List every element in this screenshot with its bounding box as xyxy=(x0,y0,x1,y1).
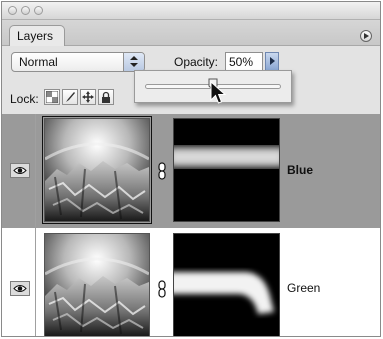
minimize-window-button[interactable] xyxy=(21,6,30,15)
eye-icon xyxy=(13,285,27,292)
landscape-thumbnail-image xyxy=(45,119,149,221)
visibility-column xyxy=(2,228,36,336)
mask-image-green xyxy=(174,234,279,336)
panel-menu-icon[interactable] xyxy=(360,30,372,42)
opacity-slider-toggle-button[interactable] xyxy=(265,52,279,71)
move-icon xyxy=(82,91,94,103)
lock-position-button[interactable] xyxy=(80,89,96,105)
mouse-pointer-icon xyxy=(210,81,227,104)
opacity-label: Opacity: xyxy=(174,55,219,69)
checker-icon xyxy=(46,91,58,103)
opacity-value: 50% xyxy=(229,55,254,69)
chain-link-icon[interactable] xyxy=(157,162,167,180)
tab-layers[interactable]: Layers xyxy=(9,25,65,46)
layer-thumbnail[interactable] xyxy=(42,116,152,224)
mask-image-blue xyxy=(174,119,279,221)
tab-layers-label: Layers xyxy=(17,29,54,43)
opacity-input[interactable]: 50% xyxy=(225,52,263,71)
layers-list: Blue Green xyxy=(2,114,380,336)
close-window-button[interactable] xyxy=(8,6,17,15)
lock-transparency-button[interactable] xyxy=(44,89,60,105)
tab-row: Layers xyxy=(2,20,380,46)
layers-panel: Layers Normal Opacity: 50% Lock: Blue Gr… xyxy=(1,1,381,337)
layer-name-blue[interactable]: Blue xyxy=(287,163,313,177)
layer-visibility-toggle[interactable] xyxy=(10,281,30,296)
eye-icon xyxy=(13,167,27,174)
chain-link-icon[interactable] xyxy=(157,280,167,298)
lock-icon xyxy=(102,91,110,103)
layer-visibility-toggle[interactable] xyxy=(10,163,30,178)
zoom-window-button[interactable] xyxy=(34,6,43,15)
landscape-thumbnail-image xyxy=(45,234,149,336)
layer-row-blue[interactable]: Blue xyxy=(2,114,380,228)
layer-name-green[interactable]: Green xyxy=(287,281,320,295)
layer-mask-thumbnail[interactable] xyxy=(173,233,280,336)
layer-mask-thumbnail[interactable] xyxy=(173,118,280,222)
layer-thumbnail[interactable] xyxy=(44,233,150,336)
blend-mode-select[interactable]: Normal xyxy=(11,52,145,72)
select-arrows-icon xyxy=(123,53,144,71)
brush-icon xyxy=(66,92,75,102)
blend-mode-value: Normal xyxy=(19,55,58,69)
layer-row-green[interactable]: Green xyxy=(2,228,380,336)
lock-label: Lock: xyxy=(10,92,39,106)
lock-all-button[interactable] xyxy=(98,89,114,105)
visibility-column xyxy=(2,114,36,227)
title-bar xyxy=(2,2,380,20)
lock-pixels-button[interactable] xyxy=(62,89,78,105)
